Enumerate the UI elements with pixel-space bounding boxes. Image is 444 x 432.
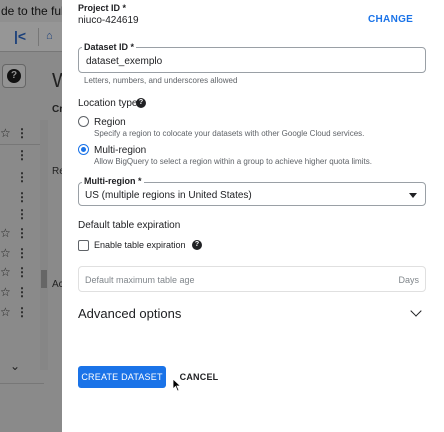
help-icon[interactable]: ? <box>136 98 146 108</box>
star-icon: ☆ <box>0 285 11 299</box>
table-age-field: Default maximum table age Days <box>78 266 426 292</box>
multi-region-option-description: Allow BigQuery to select a region within… <box>94 157 372 166</box>
table-age-suffix: Days <box>398 275 419 285</box>
background-list-item: ⋮ <box>0 207 40 223</box>
mouse-cursor-icon <box>172 378 182 392</box>
more-vert-icon: ⋮ <box>16 148 28 162</box>
radio-region[interactable] <box>78 116 89 127</box>
project-id-label: Project ID * <box>78 3 127 13</box>
background-label-re: Re <box>52 166 62 177</box>
multi-region-value: US (multiple regions in United States) <box>85 190 252 201</box>
background-help-button: ? <box>2 64 26 88</box>
create-dataset-button[interactable]: CREATE DATASET <box>78 366 166 388</box>
background-list-item: ⋮ <box>0 148 40 164</box>
tab-divider <box>38 28 39 46</box>
background-page: de to the full E |< ⌂ ? W Cr Re Ac ☆⋮ ⋮ … <box>0 0 62 432</box>
background-scrollbar <box>40 120 48 370</box>
background-label-ac: Ac <box>52 279 62 290</box>
project-id-value: niuco-424619 <box>78 15 139 26</box>
background-list-item: ☆ ⋮ <box>0 126 40 142</box>
background-heading: W <box>52 70 62 92</box>
help-icon: ? <box>7 69 21 83</box>
chevron-down-icon[interactable] <box>410 305 422 317</box>
star-icon: ☆ <box>0 246 11 260</box>
star-icon: ☆ <box>0 126 11 140</box>
collapse-panel-icon: |< <box>14 28 27 44</box>
more-vert-icon: ⋮ <box>16 207 28 221</box>
background-tab-strip: |< ⌂ <box>0 22 62 52</box>
table-age-placeholder: Default maximum table age <box>85 275 195 285</box>
more-vert-icon: ⋮ <box>16 305 28 319</box>
multi-region-option-label: Multi-region <box>94 145 147 156</box>
background-banner: de to the full E <box>0 0 62 22</box>
dataset-id-input[interactable]: dataset_exemplo <box>86 56 162 67</box>
more-vert-icon: ⋮ <box>16 190 28 204</box>
change-project-button[interactable]: CHANGE <box>368 14 413 25</box>
dataset-id-helper: Letters, numbers, and underscores allowe… <box>84 76 238 85</box>
dropdown-caret-icon <box>409 193 417 198</box>
more-vert-icon: ⋮ <box>16 246 28 260</box>
background-list-item: ☆ ⋮ <box>0 265 40 281</box>
table-expiration-title: Default table expiration <box>78 220 181 231</box>
star-icon: ☆ <box>0 305 11 319</box>
more-vert-icon: ⋮ <box>16 126 28 140</box>
scrollbar-thumb <box>41 270 47 288</box>
region-option-description: Specify a region to colocate your datase… <box>94 129 365 138</box>
background-list-item: ☆ ⋮ <box>0 246 40 262</box>
enable-expiration-label[interactable]: Enable table expiration <box>94 240 186 250</box>
background-list-item: ⋮ <box>0 170 40 186</box>
background-list-item: ⋮ <box>0 190 40 206</box>
location-type-title: Location type <box>78 98 138 109</box>
more-vert-icon: ⋮ <box>16 265 28 279</box>
more-vert-icon: ⋮ <box>16 226 28 240</box>
more-vert-icon: ⋮ <box>16 285 28 299</box>
help-icon[interactable]: ? <box>192 240 202 250</box>
star-icon: ☆ <box>0 265 11 279</box>
create-dataset-panel: Project ID * niuco-424619 CHANGE dataset… <box>62 0 444 432</box>
multi-region-label: Multi-region * <box>82 176 144 186</box>
chevron-down-icon: ⌄ <box>10 359 21 373</box>
region-option-label: Region <box>94 117 126 128</box>
dataset-id-label: Dataset ID * <box>82 42 137 52</box>
radio-multi-region[interactable] <box>78 144 89 155</box>
enable-expiration-checkbox[interactable] <box>78 240 89 251</box>
advanced-options-title[interactable]: Advanced options <box>78 306 181 321</box>
more-vert-icon: ⋮ <box>16 170 28 184</box>
background-label-cr: Cr <box>52 104 62 115</box>
background-list-item: ☆ ⋮ <box>0 285 40 301</box>
divider <box>0 144 40 145</box>
home-icon: ⌂ <box>46 30 53 42</box>
background-list-item: ☆ ⋮ <box>0 226 40 242</box>
divider <box>0 383 44 384</box>
background-list-item: ☆ ⋮ <box>0 305 40 321</box>
star-icon: ☆ <box>0 226 11 240</box>
